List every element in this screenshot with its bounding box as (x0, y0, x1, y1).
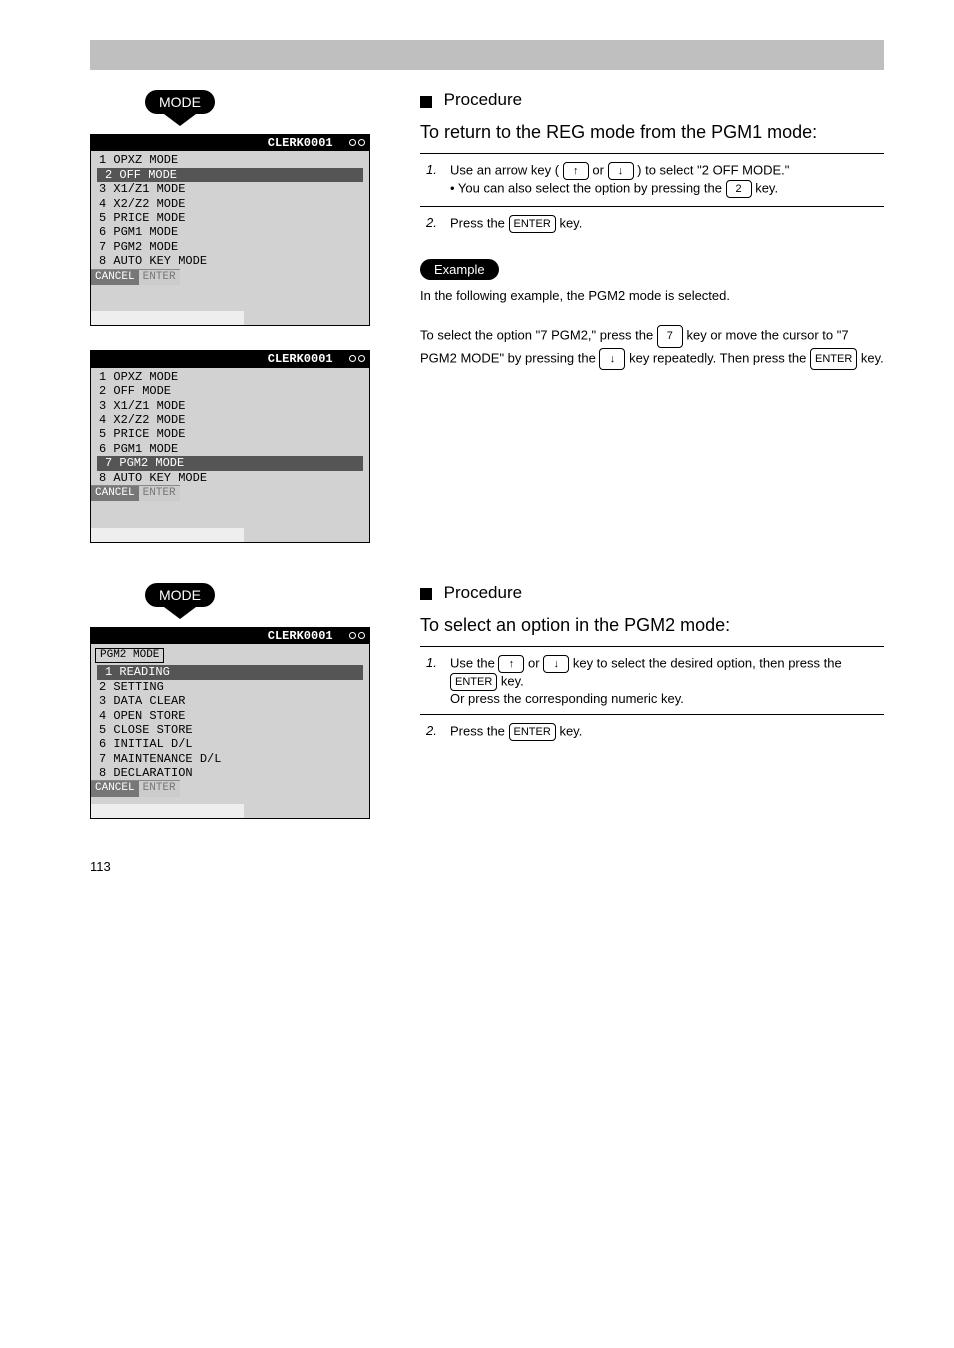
lcd1-item-0: 1 OPXZ MODE (91, 153, 369, 167)
chapter-bar (90, 40, 884, 70)
example-line-1: In the following example, the PGM2 mode … (420, 288, 730, 303)
lcd3-item-3: 4 OPEN STORE (91, 709, 369, 723)
step-text: ) to select "2 OFF MODE." (637, 162, 789, 177)
step-text: Use an arrow key ( (450, 162, 559, 177)
down-arrow-key-icon: ↓ (608, 162, 634, 180)
example-line-2d: key. (861, 350, 884, 365)
down-arrow-key-icon: ↓ (543, 655, 569, 673)
lcd1-item-2: 3 X1/Z1 MODE (91, 182, 369, 196)
lcd1-item-1: 2 OFF MODE (97, 168, 363, 182)
section-title-2: To select an option in the PGM2 mode: (420, 615, 884, 636)
lcd1-item-6: 7 PGM2 MODE (91, 240, 369, 254)
pgm2-group-label: PGM2 MODE (95, 648, 164, 663)
step-text: Press the (450, 723, 509, 738)
mode-pill: MODE (145, 90, 215, 114)
lcd1-item-7: 8 AUTO KEY MODE (91, 254, 369, 268)
step-note: Or press the corresponding numeric key. (450, 691, 684, 706)
mode-lcd-initial: CLERK0001 1 OPXZ MODE 2 OFF MODE 3 X1/Z1… (90, 134, 370, 326)
step-text: Press the (450, 215, 509, 230)
down-arrow-key-icon: ↓ (599, 348, 625, 371)
step-num: 2. (420, 207, 444, 241)
example-pill: Example (420, 259, 499, 280)
step-num: 1. (420, 154, 444, 207)
arrow-down-icon (164, 607, 196, 619)
lcd1-enter: ENTER (139, 269, 180, 285)
lcd2-item-6: 7 PGM2 MODE (97, 456, 363, 470)
step-text: or (528, 655, 543, 670)
lcd2-item-0: 1 OPXZ MODE (91, 370, 369, 384)
clerk-label: CLERK0001 (268, 136, 333, 150)
lcd2-item-7: 8 AUTO KEY MODE (91, 471, 369, 485)
step-note-end: key. (755, 180, 778, 195)
step-tail: key. (559, 723, 582, 738)
arrow-down-icon (164, 114, 196, 126)
step-text: key to select the desired option, then p… (573, 655, 842, 670)
step-num: 1. (420, 647, 444, 715)
steps-table-2: 1. Use the ↑ or ↓ key to select the desi… (420, 646, 884, 749)
lcd3-item-4: 5 CLOSE STORE (91, 723, 369, 737)
lcd3-item-7: 8 DECLARATION (91, 766, 369, 780)
lcd1-item-5: 6 PGM1 MODE (91, 225, 369, 239)
lcd3-item-6: 7 MAINTENANCE D/L (91, 752, 369, 766)
procedure-heading-1: Procedure (444, 90, 522, 109)
enter-key-icon: ENTER (509, 723, 556, 741)
square-bullet-icon (420, 96, 432, 108)
lcd3-enter: ENTER (139, 780, 180, 796)
enter-key-icon: ENTER (810, 348, 857, 371)
lcd3-item-5: 6 INITIAL D/L (91, 737, 369, 751)
example-line-2a: To select the option "7 PGM2," press the (420, 328, 657, 343)
steps-table-1: 1. Use an arrow key ( ↑ or ↓ ) to select… (420, 153, 884, 241)
lcd1-item-4: 5 PRICE MODE (91, 211, 369, 225)
mode-pill: MODE (145, 583, 215, 607)
lcd2-item-5: 6 PGM1 MODE (91, 442, 369, 456)
up-arrow-key-icon: ↑ (563, 162, 589, 180)
clerk-label: CLERK0001 (268, 352, 333, 366)
square-bullet-icon (420, 588, 432, 600)
pgm2-lcd: CLERK0001 PGM2 MODE 1 READING 2 SETTING … (90, 627, 370, 819)
clerk-label: CLERK0001 (268, 629, 333, 643)
up-arrow-key-icon: ↑ (498, 655, 524, 673)
example-line-2c: key repeatedly. Then press the (629, 350, 810, 365)
step-tail: key. (501, 673, 524, 688)
procedure-heading-2: Procedure (444, 583, 522, 602)
numeric-2-key-icon: 2 (726, 180, 752, 198)
page-number: 113 (90, 859, 884, 874)
lcd3-item-2: 3 DATA CLEAR (91, 694, 369, 708)
lcd1-item-3: 4 X2/Z2 MODE (91, 197, 369, 211)
step-num: 2. (420, 715, 444, 749)
step-text: or (592, 162, 607, 177)
section-title-1: To return to the REG mode from the PGM1 … (420, 122, 884, 143)
lcd3-cancel: CANCEL (91, 780, 139, 796)
lcd1-cancel: CANCEL (91, 269, 139, 285)
lcd2-enter: ENTER (139, 485, 180, 501)
lcd2-item-3: 4 X2/Z2 MODE (91, 413, 369, 427)
enter-key-icon: ENTER (450, 673, 497, 691)
lcd2-item-2: 3 X1/Z1 MODE (91, 399, 369, 413)
mode-lcd-pgm2-selected: CLERK0001 1 OPXZ MODE 2 OFF MODE 3 X1/Z1… (90, 350, 370, 542)
lcd3-item-0: 1 READING (97, 665, 363, 679)
step-tail: key. (559, 215, 582, 230)
lcd2-cancel: CANCEL (91, 485, 139, 501)
numeric-7-key-icon: 7 (657, 325, 683, 348)
step-text: Use the (450, 655, 498, 670)
lcd3-item-1: 2 SETTING (91, 680, 369, 694)
lcd2-item-4: 5 PRICE MODE (91, 427, 369, 441)
enter-key-icon: ENTER (509, 215, 556, 233)
lcd2-item-1: 2 OFF MODE (91, 384, 369, 398)
step-note: • You can also select the option by pres… (450, 180, 726, 195)
